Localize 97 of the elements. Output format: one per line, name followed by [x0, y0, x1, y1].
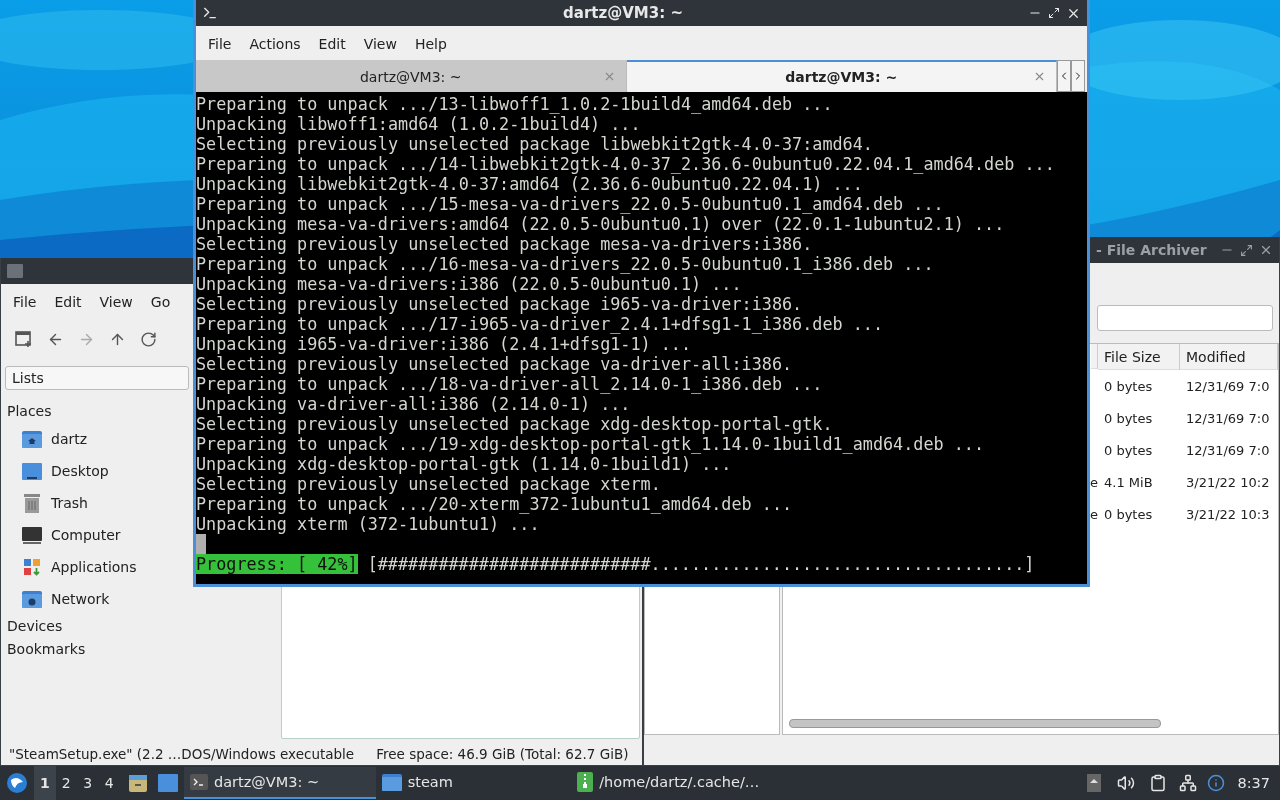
terminal-line: Unpacking mesa-va-drivers:i386 (22.0.5-0ubuntu0.1) ... — [196, 274, 743, 294]
reload-icon — [140, 330, 157, 348]
column-header[interactable]: Modified — [1180, 344, 1278, 370]
menu-item[interactable]: Go — [142, 291, 179, 313]
table-cell: 12/31/69 7:0 — [1186, 378, 1270, 394]
terminal-line: Selecting previously unselected package va-driver-all:i386. — [196, 354, 794, 374]
scrollbar-thumb[interactable] — [789, 719, 1161, 728]
workspace-button[interactable]: 3 — [77, 766, 99, 800]
place-item[interactable]: Applications — [51, 559, 137, 575]
column-header[interactable]: File Size — [1098, 344, 1180, 370]
table-cell: e — [1090, 506, 1098, 522]
terminal-line: Preparing to unpack .../17-i965-va-driver_2.4.1+dfsg1-1_i386.deb ... — [196, 314, 884, 334]
table-cell: 12/31/69 7:0 — [1186, 442, 1270, 458]
table-cell: 3/21/22 10:3 — [1186, 506, 1270, 522]
terminal-line: Selecting previously unselected package libwebkit2gtk-4.0-37:amd64. — [196, 134, 874, 154]
terminal-line: Preparing to unpack .../14-libwebkit2gtk-4.0-37_2.36.6-0ubuntu0.22.04.1_amd64.deb ... — [196, 154, 1056, 174]
table-cell: 4.1 MiB — [1104, 474, 1153, 490]
menu-item[interactable]: File — [5, 291, 45, 313]
terminal-line: Preparing to unpack .../15-mesa-va-drivers_22.0.5-0ubuntu0.1_amd64.deb ... — [196, 194, 945, 214]
place-item[interactable]: Network — [51, 591, 110, 607]
window-title: - File Archiver — [1096, 242, 1208, 258]
computer-icon — [21, 524, 43, 546]
terminal-line: Unpacking va-driver-all:i386 (2.14.0-1) ... — [196, 394, 632, 414]
network-icon[interactable] — [1179, 774, 1198, 792]
section-heading[interactable]: Bookmarks — [3, 638, 86, 661]
maximize-icon[interactable] — [1048, 7, 1060, 19]
folder-icon — [381, 773, 402, 791]
terminal-line: Preparing to unpack .../18-va-driver-all_2.14.0-1_i386.deb ... — [196, 374, 824, 394]
table-cell: 0 bytes — [1104, 410, 1153, 426]
table-cell: 0 bytes — [1104, 378, 1153, 394]
table-cell: 3/21/22 10:2 — [1186, 474, 1270, 490]
taskbar-button[interactable]: steam — [375, 767, 572, 799]
terminal-line: Unpacking xterm (372-1ubuntu1) ... — [196, 514, 541, 534]
workspace-button[interactable]: 4 — [98, 766, 120, 800]
section-heading[interactable]: Places — [3, 400, 52, 423]
start-menu-icon[interactable] — [6, 772, 28, 794]
menu-item[interactable]: Help — [406, 33, 455, 55]
new-tab-icon — [15, 330, 33, 348]
window-title: dartz@VM3: ~ — [562, 4, 684, 22]
workspace-button[interactable]: 2 — [55, 766, 77, 800]
menu-item[interactable]: Actions — [241, 33, 309, 55]
applications-icon — [21, 556, 43, 578]
terminal-line: Unpacking mesa-va-drivers:amd64 (22.0.5-0ubuntu0.1) over (22.0.1-1ubuntu2.1) ... — [196, 214, 1006, 234]
clock[interactable]: 8:37 — [1229, 775, 1280, 791]
terminal-line: Selecting previously unselected package xdg-desktop-portal-gtk. — [196, 414, 834, 434]
table-cell: 0 bytes — [1104, 506, 1153, 522]
terminal-line: Unpacking i965-va-driver:i386 (2.4.1+dfsg1-1) ... — [196, 334, 693, 354]
status-text: Free space: 46.9 GiB (Total: 62.7 GiB) — [376, 746, 629, 762]
menu-item[interactable]: View — [91, 291, 141, 313]
table-cell: 12/31/69 7:0 — [1186, 410, 1270, 426]
terminal-line: Unpacking xdg-desktop-portal-gtk (1.14.0-1build1) ... — [196, 454, 733, 474]
taskbar-button[interactable]: dartz@VM3: ~ — [184, 767, 376, 799]
menu-item[interactable]: File — [200, 33, 240, 55]
terminal-icon — [190, 774, 208, 790]
terminal-line: Preparing to unpack .../20-xterm_372-1ubuntu1_amd64.deb ... — [196, 494, 794, 514]
place-item[interactable]: Desktop — [51, 463, 109, 479]
clipboard-icon[interactable] — [1149, 774, 1168, 792]
tray-expand-icon[interactable] — [1087, 774, 1102, 792]
menu-item[interactable]: Edit — [310, 33, 354, 55]
text-cursor — [196, 534, 206, 554]
table-cell: e — [1090, 474, 1098, 490]
trash-icon — [21, 492, 43, 514]
terminal-line: Selecting previously unselected package mesa-va-drivers:i386. — [196, 234, 814, 254]
menu-item[interactable]: View — [355, 33, 405, 55]
terminal-line: Preparing to unpack .../13-libwoff1_1.0.2-1build4_amd64.deb ... — [196, 94, 834, 114]
archive-icon — [577, 772, 594, 792]
menu-item[interactable]: Edit — [46, 291, 90, 313]
terminal-line: Preparing to unpack .../16-mesa-va-drivers_22.0.5-0ubuntu0.1_i386.deb ... — [196, 254, 935, 274]
place-item[interactable]: Trash — [51, 495, 88, 511]
place-item[interactable]: dartz — [51, 431, 88, 447]
place-item[interactable]: Computer — [51, 527, 121, 543]
file-cabinet-icon[interactable] — [128, 773, 148, 793]
table-cell: 0 bytes — [1104, 442, 1153, 458]
progress-bar-text: [###########################.....................................] — [367, 554, 1035, 574]
status-text: "SteamSetup.exe" (2.2 …DOS/Windows executable — [9, 746, 355, 762]
side-pane-dropdown[interactable]: Lists — [5, 366, 189, 390]
volume-icon[interactable] — [1117, 774, 1136, 792]
terminal-line: Selecting previously unselected package xterm. — [196, 474, 662, 494]
tab[interactable]: dartz@VM3: ~ — [626, 60, 1057, 92]
notification-icon[interactable] — [1207, 774, 1226, 792]
progress-label: Progress: [ 42%] — [196, 554, 358, 574]
terminal-line: Preparing to unpack .../19-xdg-desktop-portal-gtk_1.14.0-1build1_amd64.deb ... — [196, 434, 986, 454]
terminal-icon — [202, 5, 218, 21]
taskbar-button[interactable]: /home/dartz/.cache/… — [571, 767, 1080, 799]
search-field[interactable] — [1097, 305, 1273, 331]
terminal-line: Selecting previously unselected package i965-va-driver:i386. — [196, 294, 804, 314]
terminal-line: Unpacking libwoff1:amd64 (1.0.2-1build4) ... — [196, 114, 642, 134]
terminal-line: Unpacking libwebkit2gtk-4.0-37:amd64 (2.36.6-0ubuntu0.22.04.1) ... — [196, 174, 864, 194]
tab[interactable]: dartz@VM3: ~ — [196, 60, 627, 92]
folder-icon — [7, 264, 23, 278]
desktop-icon — [21, 460, 43, 482]
section-heading[interactable]: Devices — [3, 615, 63, 638]
maximize-icon[interactable] — [1240, 243, 1253, 257]
network-folder-icon — [21, 588, 43, 610]
home-folder-icon — [21, 428, 43, 450]
close-icon[interactable] — [1259, 243, 1273, 257]
workspace-button[interactable]: 1 — [34, 766, 56, 800]
